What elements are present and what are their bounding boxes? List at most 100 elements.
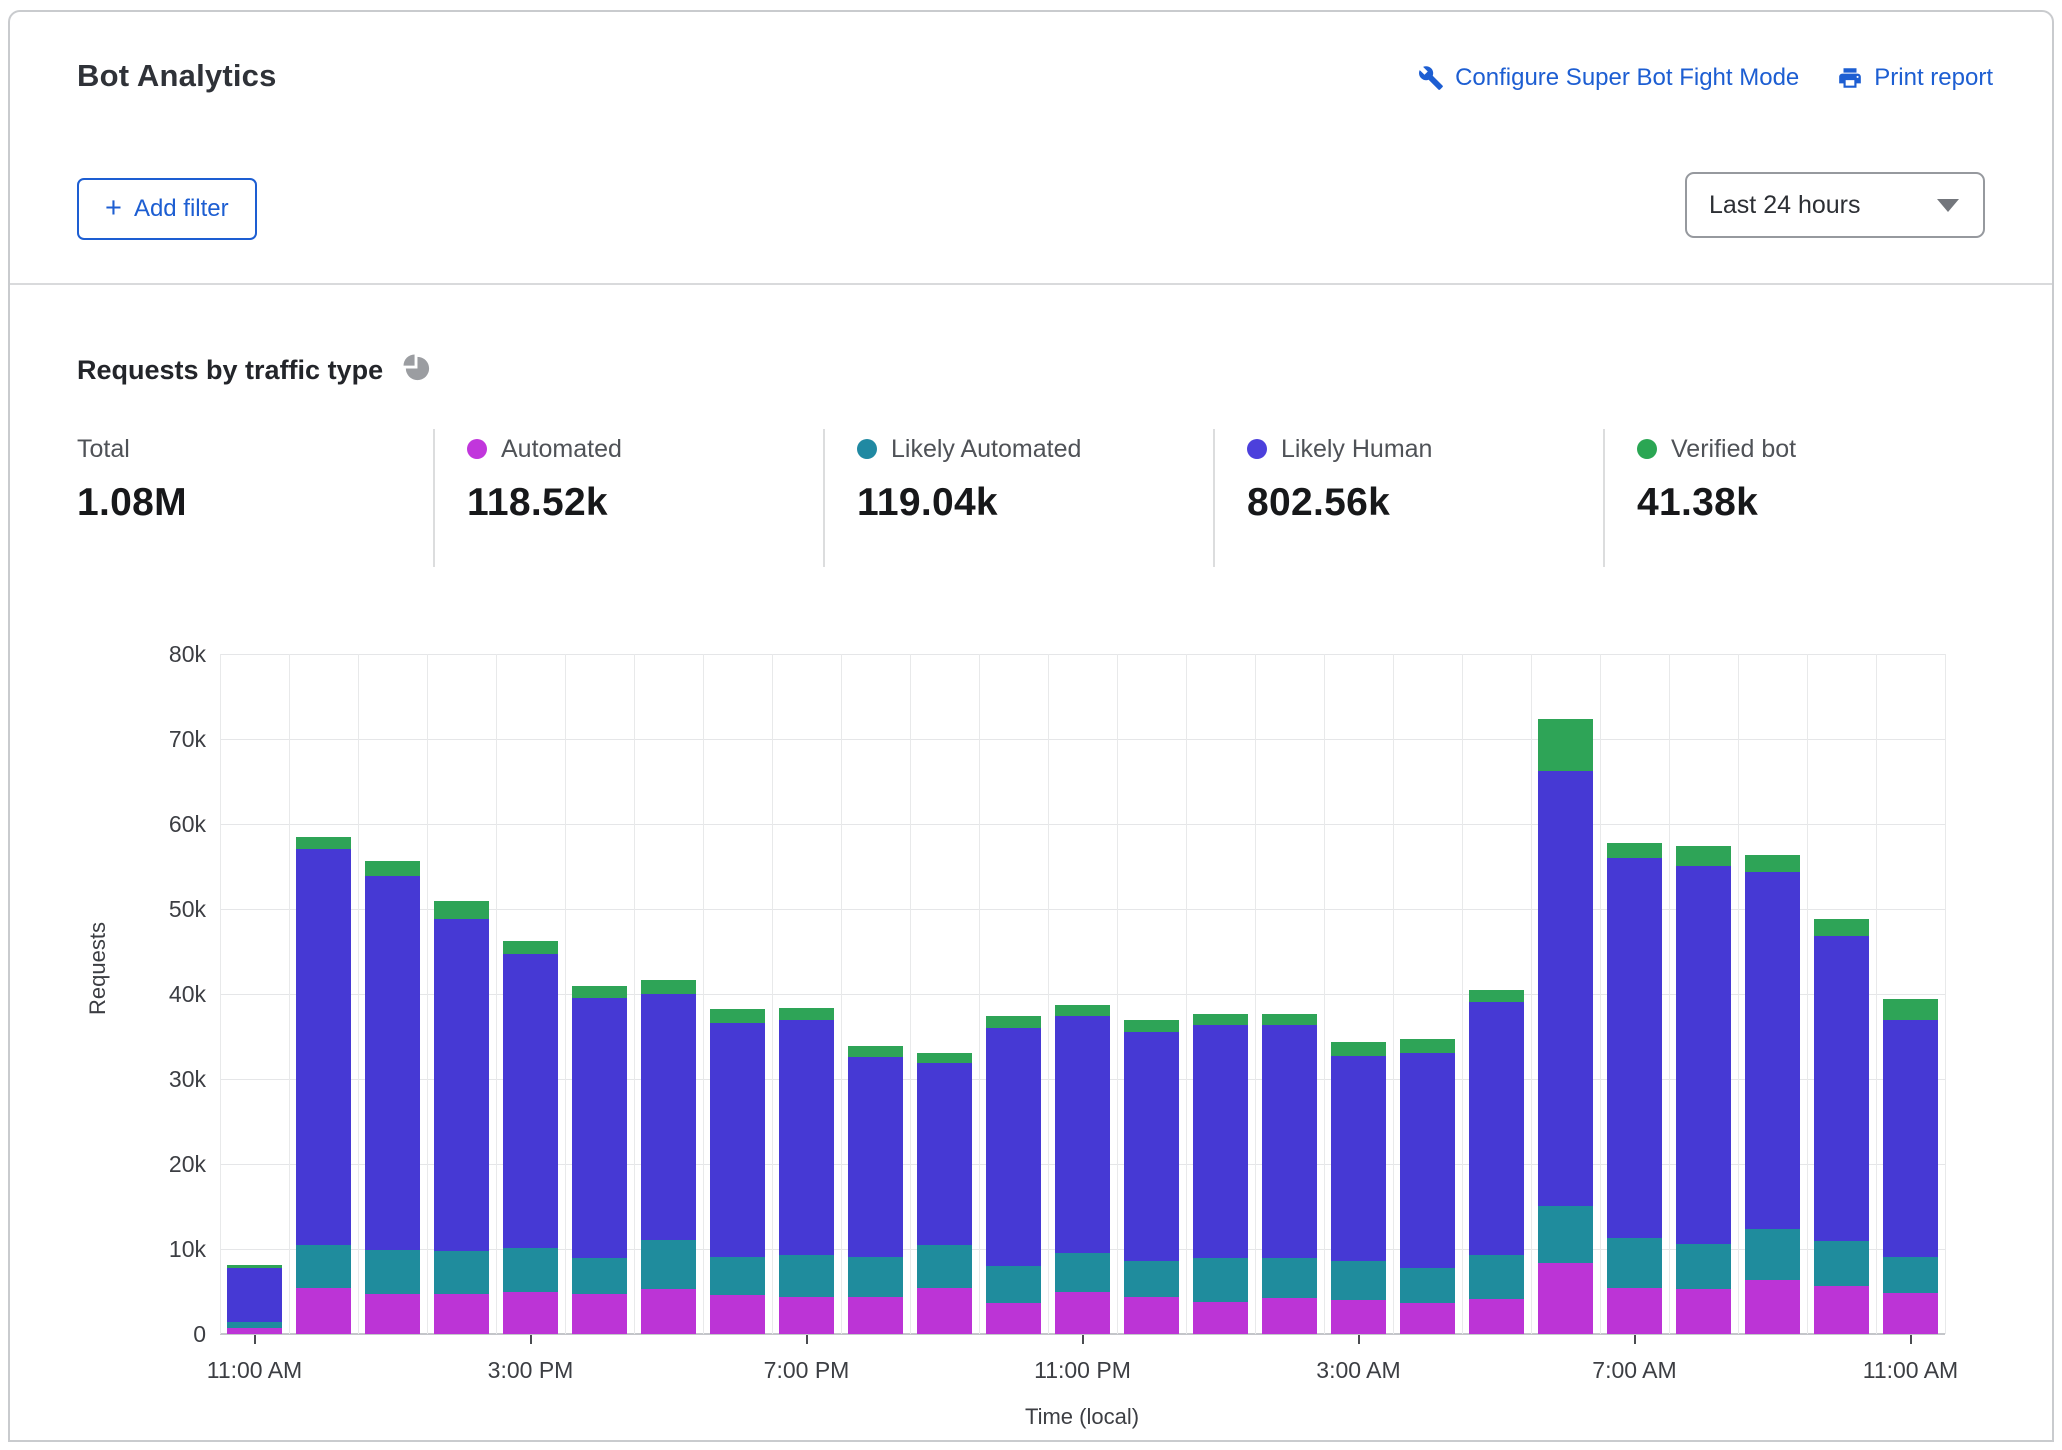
segment-automated [917, 1288, 972, 1334]
segment-likely-human [986, 1028, 1041, 1266]
segment-likely-automated [572, 1258, 627, 1294]
segment-automated [296, 1288, 351, 1334]
chart-bar-10:00-pm-11[interactable] [986, 1016, 1041, 1334]
segment-verified-bot [1607, 843, 1662, 858]
chart-bar-5:00-am-18[interactable] [1469, 990, 1524, 1334]
segment-verified-bot [572, 986, 627, 999]
y-axis-tick-label: 40k [116, 980, 206, 1008]
segment-automated [1262, 1298, 1317, 1334]
y-axis-tick-label: 20k [116, 1150, 206, 1178]
segment-likely-human [1124, 1032, 1179, 1261]
segment-likely-automated [641, 1240, 696, 1289]
x-axis-tick-label: 3:00 AM [1259, 1357, 1459, 1384]
stat-label: Automated [501, 435, 622, 464]
segment-automated [1400, 1303, 1455, 1334]
x-axis-tick [1910, 1335, 1912, 1344]
chart-bar-1:00-pm-2[interactable] [365, 861, 420, 1334]
stat-automated: Automated118.52k [435, 427, 823, 569]
x-axis-tick-label: 11:00 AM [155, 1357, 355, 1384]
chart-bar-3:00-pm-4[interactable] [503, 941, 558, 1334]
segment-likely-automated [1400, 1268, 1455, 1303]
chart-bar-11:00-am-0[interactable] [227, 1265, 282, 1334]
bot-analytics-card: Bot Analytics Configure Super Bot Fight … [8, 10, 2054, 1442]
header-links: Configure Super Bot Fight Mode Print rep… [1418, 64, 1993, 92]
chart-bar-2:00-am-15[interactable] [1262, 1014, 1317, 1334]
chart-bar-8:00-pm-9[interactable] [848, 1046, 903, 1334]
chart-bar-10:00-am-23[interactable] [1814, 919, 1869, 1334]
segment-verified-bot [1055, 1005, 1110, 1016]
x-axis-tick-label: 7:00 AM [1535, 1357, 1735, 1384]
chart-bar-6:00-pm-7[interactable] [710, 1009, 765, 1334]
x-gridline [703, 654, 704, 1334]
stat-label-row: Verified bot [1637, 433, 1993, 465]
chart-bar-12:00-am-13[interactable] [1124, 1020, 1179, 1334]
segment-automated [1745, 1280, 1800, 1334]
segment-likely-automated [917, 1245, 972, 1288]
segment-likely-human [296, 849, 351, 1245]
x-gridline [1669, 654, 1670, 1334]
segment-likely-human [779, 1020, 834, 1255]
chart-bar-12:00-pm-1[interactable] [296, 837, 351, 1334]
print-link-label: Print report [1874, 64, 1993, 92]
y-axis-tick-label: 50k [116, 895, 206, 923]
segment-automated [986, 1303, 1041, 1334]
header-divider [10, 283, 2052, 285]
time-range-select[interactable]: Last 24 hours [1685, 172, 1985, 238]
y-gridline-70k [220, 739, 1945, 740]
segment-automated [1055, 1292, 1110, 1334]
chart-bar-4:00-pm-5[interactable] [572, 986, 627, 1335]
chart-bar-5:00-pm-6[interactable] [641, 980, 696, 1334]
x-axis-title: Time (local) [882, 1404, 1282, 1430]
x-gridline [910, 654, 911, 1334]
x-gridline [1186, 654, 1187, 1334]
chart-bar-8:00-am-21[interactable] [1676, 846, 1731, 1334]
stat-value: 802.56k [1247, 481, 1603, 525]
chart-bar-3:00-am-16[interactable] [1331, 1042, 1386, 1334]
segment-likely-human [572, 998, 627, 1258]
segment-likely-human [227, 1268, 282, 1322]
x-gridline [358, 654, 359, 1334]
chart-bar-6:00-am-19[interactable] [1538, 719, 1593, 1334]
chart-bar-7:00-pm-8[interactable] [779, 1008, 834, 1334]
segment-verified-bot [986, 1016, 1041, 1028]
add-filter-button[interactable]: + Add filter [77, 178, 257, 240]
stat-label: Likely Automated [891, 435, 1081, 464]
chart-bar-11:00-pm-12[interactable] [1055, 1005, 1110, 1334]
segment-verified-bot [434, 901, 489, 919]
section-heading: Requests by traffic type [77, 352, 432, 388]
chart-bar-11:00-am-24[interactable] [1883, 999, 1938, 1334]
chart-bar-7:00-am-20[interactable] [1607, 843, 1662, 1334]
x-axis-tick [254, 1335, 256, 1344]
pie-chart-icon[interactable] [401, 352, 432, 388]
x-gridline [1255, 654, 1256, 1334]
stat-label-row: Likely Human [1247, 433, 1603, 465]
segment-verified-bot [1883, 999, 1938, 1020]
segment-automated [572, 1294, 627, 1334]
segment-likely-automated [1538, 1206, 1593, 1263]
printer-icon [1837, 65, 1863, 91]
segment-verified-bot [1814, 919, 1869, 936]
x-gridline [565, 654, 566, 1334]
configure-super-bot-fight-mode-link[interactable]: Configure Super Bot Fight Mode [1418, 64, 1799, 92]
chart-bar-9:00-am-22[interactable] [1745, 855, 1800, 1334]
segment-likely-human [1193, 1025, 1248, 1258]
segment-verified-bot [1469, 990, 1524, 1002]
chart-bar-1:00-am-14[interactable] [1193, 1014, 1248, 1334]
chart-bar-4:00-am-17[interactable] [1400, 1039, 1455, 1334]
x-gridline [1807, 654, 1808, 1334]
chart-bar-9:00-pm-10[interactable] [917, 1053, 972, 1334]
segment-likely-human [848, 1057, 903, 1257]
y-axis-tick-label: 0 [116, 1320, 206, 1348]
segment-likely-human [641, 994, 696, 1240]
print-report-link[interactable]: Print report [1837, 64, 1993, 92]
segment-verified-bot [1124, 1020, 1179, 1032]
stat-label-row: Likely Automated [857, 433, 1213, 465]
x-axis-tick-label: 11:00 AM [1811, 1357, 2011, 1384]
segment-verified-bot [641, 980, 696, 994]
x-gridline [634, 654, 635, 1334]
time-range-value: Last 24 hours [1709, 191, 1861, 220]
chart-bar-2:00-pm-3[interactable] [434, 901, 489, 1334]
segment-likely-automated [503, 1248, 558, 1292]
segment-likely-automated [1814, 1241, 1869, 1285]
segment-likely-human [1262, 1025, 1317, 1258]
